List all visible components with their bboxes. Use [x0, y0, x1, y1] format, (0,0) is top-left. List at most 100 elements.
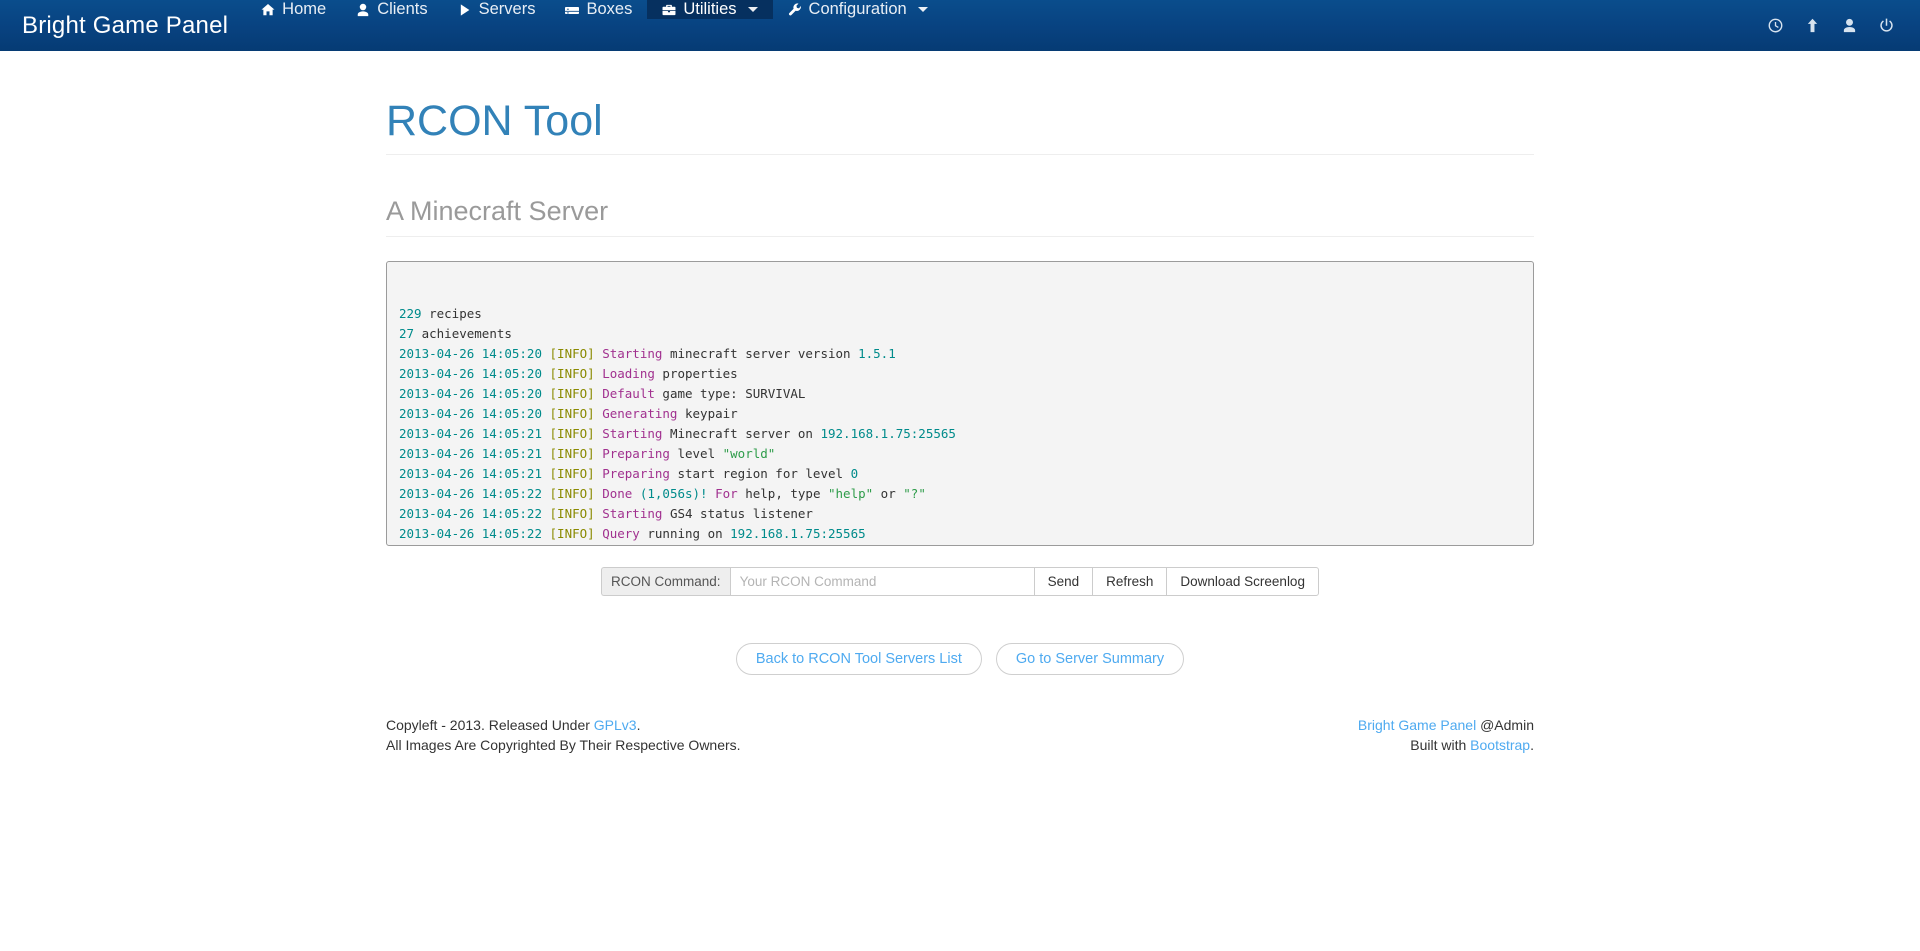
nav-item-clients[interactable]: Clients — [341, 0, 442, 51]
nav-item-servers[interactable]: Servers — [443, 0, 551, 51]
console-line: 2013-04-26 14:05:21 [INFO] Preparing sta… — [399, 464, 1521, 484]
nav-item-configuration[interactable]: Configuration — [773, 0, 943, 51]
console-token-num: 192.168.1.75:25565 — [730, 526, 865, 541]
console-token-info: [INFO] — [550, 526, 595, 541]
footer-images-line: All Images Are Copyrighted By Their Resp… — [386, 735, 741, 755]
console-token-info: [INFO] — [550, 406, 595, 421]
nav-label: Utilities — [683, 0, 736, 19]
console-line: 2013-04-26 14:05:22 [INFO] Query running… — [399, 524, 1521, 544]
rcon-command-label: RCON Command: — [601, 567, 730, 596]
console-line: 229 recipes — [399, 304, 1521, 324]
main-nav: Home Clients Servers Boxes Utilities Configur… — [246, 0, 943, 51]
console-token-str: "help" — [828, 486, 873, 501]
console-token-ts: 2013-04-26 14:05:21 — [399, 426, 550, 441]
console-token-txt: help, type — [738, 486, 828, 501]
console-token-ts: 2013-04-26 14:05:20 — [399, 346, 550, 361]
server-console-log[interactable]: 229 recipes27 achievements2013-04-26 14:… — [386, 261, 1534, 546]
console-token-ts: 2013-04-26 14:05:21 — [399, 466, 550, 481]
nav-link-servers[interactable]: Servers — [443, 0, 551, 19]
console-token-txt: recipes — [422, 306, 482, 321]
console-line: 27 achievements — [399, 324, 1521, 344]
console-token-kw: For — [715, 486, 738, 501]
clock-icon[interactable] — [1768, 18, 1783, 33]
server-name: A Minecraft Server — [386, 197, 1534, 227]
console-token-kw: Generating — [602, 406, 677, 421]
server-subheader: A Minecraft Server — [386, 197, 1534, 237]
console-token-info: [INFO] — [550, 366, 595, 381]
nav-label: Clients — [377, 0, 427, 19]
main-container: RCON Tool A Minecraft Server 229 recipes… — [371, 98, 1549, 755]
home-icon — [261, 3, 275, 17]
footer-panel-line: Bright Game Panel @Admin — [1358, 715, 1534, 735]
console-token-num: 229 — [399, 306, 422, 321]
refresh-button[interactable]: Refresh — [1092, 567, 1166, 596]
gplv3-link[interactable]: GPLv3 — [594, 717, 637, 733]
footer-right: Bright Game Panel @Admin Built with Boot… — [1358, 715, 1534, 755]
console-token-info: [INFO] — [550, 426, 595, 441]
nav-label: Configuration — [809, 0, 907, 19]
nav-item-boxes[interactable]: Boxes — [550, 0, 647, 51]
console-token-txt: start region for level — [670, 466, 851, 481]
send-button[interactable]: Send — [1034, 567, 1093, 596]
footer-copyleft-period: . — [637, 717, 641, 733]
console-token-info: [INFO] — [550, 466, 595, 481]
footer-left: Copyleft - 2013. Released Under GPLv3. A… — [386, 715, 741, 755]
nav-label: Boxes — [586, 0, 632, 19]
console-token-kw: Starting — [602, 506, 662, 521]
nav-label: Home — [282, 0, 326, 19]
console-token-txt: GS4 status listener — [662, 506, 813, 521]
go-to-server-summary-button[interactable]: Go to Server Summary — [996, 643, 1184, 675]
console-token-ts: 2013-04-26 14:05:21 — [399, 446, 550, 461]
wrench-icon — [788, 3, 802, 17]
footer-copyleft-line: Copyleft - 2013. Released Under GPLv3. — [386, 715, 741, 735]
power-off-icon[interactable] — [1879, 18, 1894, 33]
nav-link-home[interactable]: Home — [246, 0, 341, 19]
nav-link-configuration[interactable]: Configuration — [773, 0, 943, 19]
user-icon[interactable] — [1842, 18, 1857, 33]
console-token-num: 192.168.1.75:25565 — [820, 426, 955, 441]
console-wrapper: 229 recipes27 achievements2013-04-26 14:… — [386, 261, 1534, 546]
footer-bootstrap-line: Built with Bootstrap. — [1358, 735, 1534, 755]
console-token-info: [INFO] — [550, 386, 595, 401]
brand-logo[interactable]: Bright Game Panel — [0, 0, 246, 51]
console-token-txt — [708, 486, 716, 501]
console-token-ts: 2013-04-26 14:05:22 — [399, 506, 550, 521]
console-token-txt: level — [670, 446, 723, 461]
download-screenlog-button[interactable]: Download Screenlog — [1166, 567, 1319, 596]
nav-item-utilities[interactable]: Utilities — [647, 0, 772, 51]
chevron-down-icon — [918, 7, 928, 12]
nav-link-boxes[interactable]: Boxes — [550, 0, 647, 19]
bootstrap-link[interactable]: Bootstrap — [1470, 737, 1530, 753]
console-token-ts: 2013-04-26 14:05:20 — [399, 386, 550, 401]
bright-game-panel-link[interactable]: Bright Game Panel — [1358, 717, 1476, 733]
console-line: 2013-04-26 14:05:20 [INFO] Starting mine… — [399, 344, 1521, 364]
nav-item-home[interactable]: Home — [246, 0, 341, 51]
console-token-txt: running on — [640, 526, 730, 541]
hdd-icon — [565, 3, 579, 17]
rcon-command-row: RCON Command: Send Refresh Download Scre… — [386, 567, 1534, 596]
console-token-ts: 2013-04-26 14:05:20 — [399, 366, 550, 381]
play-icon — [458, 3, 472, 17]
console-token-kw: Starting — [602, 426, 662, 441]
back-to-servers-list-button[interactable]: Back to RCON Tool Servers List — [736, 643, 982, 675]
top-navbar: Bright Game Panel Home Clients Servers Boxe… — [0, 0, 1920, 51]
upload-icon[interactable] — [1805, 18, 1820, 33]
console-token-info: [INFO] — [550, 486, 595, 501]
nav-link-utilities[interactable]: Utilities — [647, 0, 772, 19]
console-token-num: (1,056s)! — [640, 486, 708, 501]
console-token-kw: Default — [602, 386, 655, 401]
rcon-command-input[interactable] — [730, 567, 1034, 596]
console-token-kw: Done — [602, 486, 632, 501]
console-token-num: 0 — [851, 466, 859, 481]
console-token-txt: keypair — [677, 406, 737, 421]
console-token-txt: minecraft server version — [662, 346, 858, 361]
console-line: 2013-04-26 14:05:21 [INFO] Starting Mine… — [399, 424, 1521, 444]
console-token-kw: Loading — [602, 366, 655, 381]
footer-admin-text: @Admin — [1476, 717, 1534, 733]
rcon-input-group: RCON Command: Send Refresh Download Scre… — [601, 567, 1319, 596]
nav-link-clients[interactable]: Clients — [341, 0, 442, 19]
rcon-button-group: Send Refresh Download Screenlog — [1034, 567, 1319, 596]
page-header: RCON Tool — [386, 98, 1534, 155]
console-token-num: 1.5.1 — [858, 346, 896, 361]
briefcase-icon — [662, 3, 676, 17]
